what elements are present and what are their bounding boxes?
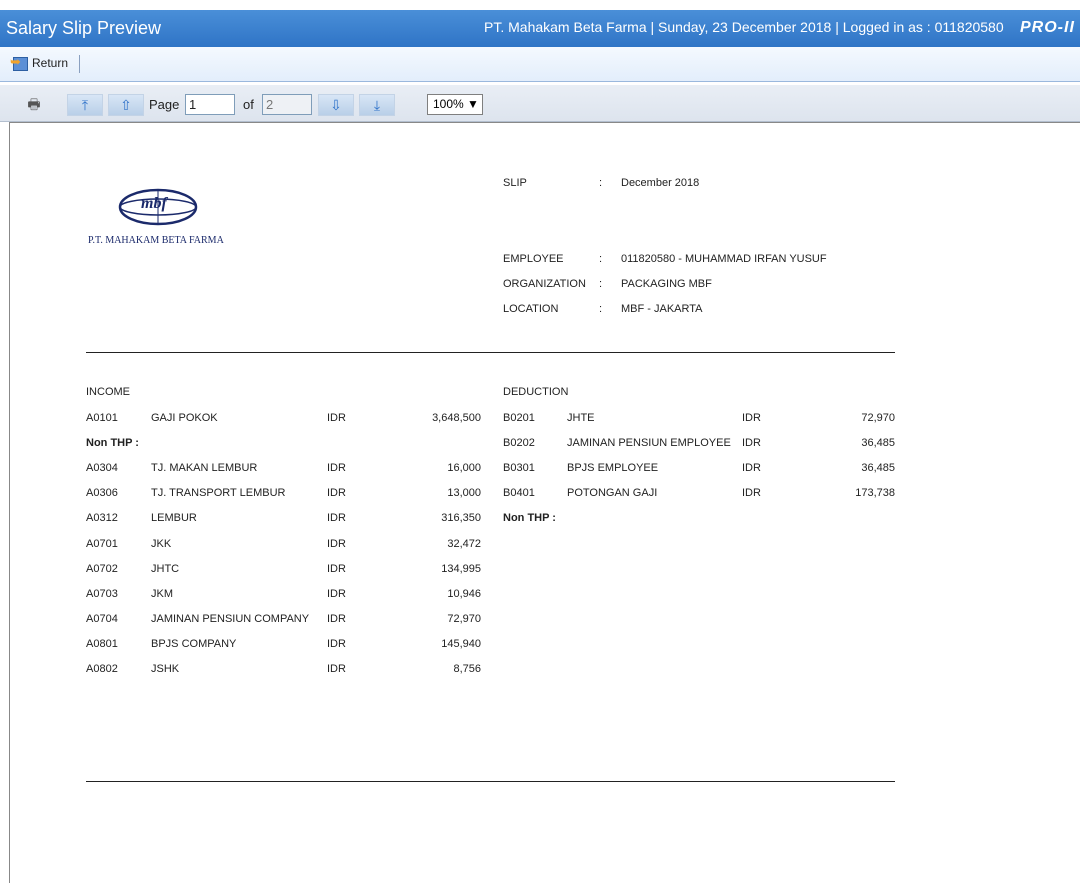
employee-sep: : [599,253,603,265]
deduction-title: DEDUCTION [503,386,569,398]
deduction-code: B0301 [503,462,535,475]
income-amount: 32,472 [447,537,481,550]
divider-bottom [86,781,895,782]
location-value: MBF - JAKARTA [621,303,703,315]
location-label: LOCATION [503,303,559,315]
income-cur: IDR [327,587,346,600]
deduction-name: BPJS EMPLOYEE [567,462,659,475]
deduction-cur: IDR [742,487,761,500]
organization-sep: : [599,278,603,290]
printer-icon[interactable]: 🖶 [20,94,48,116]
income-cur: IDR [327,612,346,625]
app-title: Salary Slip Preview [6,18,162,38]
income-cur: IDR [327,462,346,475]
income-code: A0703 [86,587,118,600]
income-code: A0306 [86,487,118,500]
company-logo-text: mbf [141,195,167,212]
deduction-cur: IDR [742,462,761,475]
deduction-cur: IDR [742,412,761,424]
company-name: P.T. MAHAKAM BETA FARMA [88,235,224,246]
income-code: A0304 [86,462,118,475]
income-name: JAMINAN PENSIUN COMPANY [151,612,310,625]
deduction-code: B0401 [503,487,535,500]
income-name: JSHK [151,663,180,675]
session-info: PT. Mahakam Beta Farma | Sunday, 23 Dece… [484,19,1004,35]
divider-top [86,352,895,353]
income-amount: 13,000 [447,487,481,500]
first-page-icon[interactable]: ⤒ [67,94,103,116]
previous-page-icon[interactable]: ⇧ [108,94,144,116]
zoom-select[interactable]: 100% ▼ [427,94,483,115]
slip-label: SLIP [503,177,527,189]
slip-value: December 2018 [621,177,700,189]
organization-value: PACKAGING MBF [621,278,712,290]
income-code: A0312 [86,512,118,525]
income-name: LEMBUR [151,512,197,525]
income-cur: IDR [327,663,346,675]
income-code: A0704 [86,612,118,625]
deduction-name: JHTE [567,412,595,424]
total-pages-field [262,94,312,115]
income-amount: 3,648,500 [432,412,481,424]
income-code: A0101 [86,412,118,424]
income-cur: IDR [327,637,346,650]
deduction-amount: 72,970 [861,412,895,424]
income-cur: IDR [327,412,346,424]
deduction-code: B0202 [503,437,535,450]
income-name: TJ. TRANSPORT LEMBUR [151,487,286,500]
deduction-name: JAMINAN PENSIUN EMPLOYEE [567,437,731,450]
income-amount: 134,995 [441,562,481,575]
deduction-amount: 36,485 [861,437,895,450]
slip-sep: : [599,177,603,189]
deduction-code: B0201 [503,412,535,424]
income-amount: 10,946 [447,587,481,600]
income-title: INCOME [86,386,130,398]
return-label: Return [32,56,69,70]
income-cur: IDR [327,487,346,500]
income-cur: IDR [327,562,346,575]
return-icon: ➥ [10,55,28,71]
page-number-input[interactable] [185,94,235,115]
deduction-cur: IDR [742,437,761,450]
income-code: A0701 [86,537,118,550]
next-page-icon[interactable]: ⇩ [318,94,354,116]
organization-label: ORGANIZATION [503,278,586,290]
deduction-name: POTONGAN GAJI [567,487,658,500]
title-bar: Salary Slip Preview PT. Mahakam Beta Far… [0,10,1080,47]
income-cur: IDR [327,512,346,525]
income-name: TJ. MAKAN LEMBUR [151,462,258,475]
income-code: A0802 [86,663,118,675]
income-name: BPJS COMPANY [151,637,237,650]
location-sep: : [599,303,603,315]
brand-logo: PRO-II [1020,19,1075,36]
last-page-icon[interactable]: ⤓ [359,94,395,116]
income-code: Non THP : [86,437,139,450]
toolbar-divider [79,55,80,73]
deduction-amount: 36,485 [861,462,895,475]
income-amount: 8,756 [453,663,481,675]
income-name: JHTC [151,562,180,575]
of-label: of [243,97,254,112]
income-amount: 145,940 [441,637,481,650]
page-label: Page [149,97,180,112]
income-amount: 72,970 [447,612,481,625]
employee-label: EMPLOYEE [503,253,564,265]
income-code: A0801 [86,637,118,650]
income-amount: 316,350 [441,512,481,525]
income-code: A0702 [86,562,118,575]
income-name: JKM [151,587,173,600]
income-amount: 16,000 [447,462,481,475]
action-toolbar: ➥ Return [0,47,1080,82]
deduction-code: Non THP : [503,512,556,525]
employee-value: 011820580 - MUHAMMAD IRFAN YUSUF [621,253,827,265]
income-cur: IDR [327,537,346,550]
return-button[interactable]: ➥ Return [10,55,68,71]
income-name: JKK [151,537,172,550]
income-name: GAJI POKOK [151,412,218,424]
deduction-amount: 173,738 [855,487,895,500]
report-toolbar: 🖶 ⤒ ⇧ Page of ⇩ ⤓ 100% ▼ [0,85,1080,122]
